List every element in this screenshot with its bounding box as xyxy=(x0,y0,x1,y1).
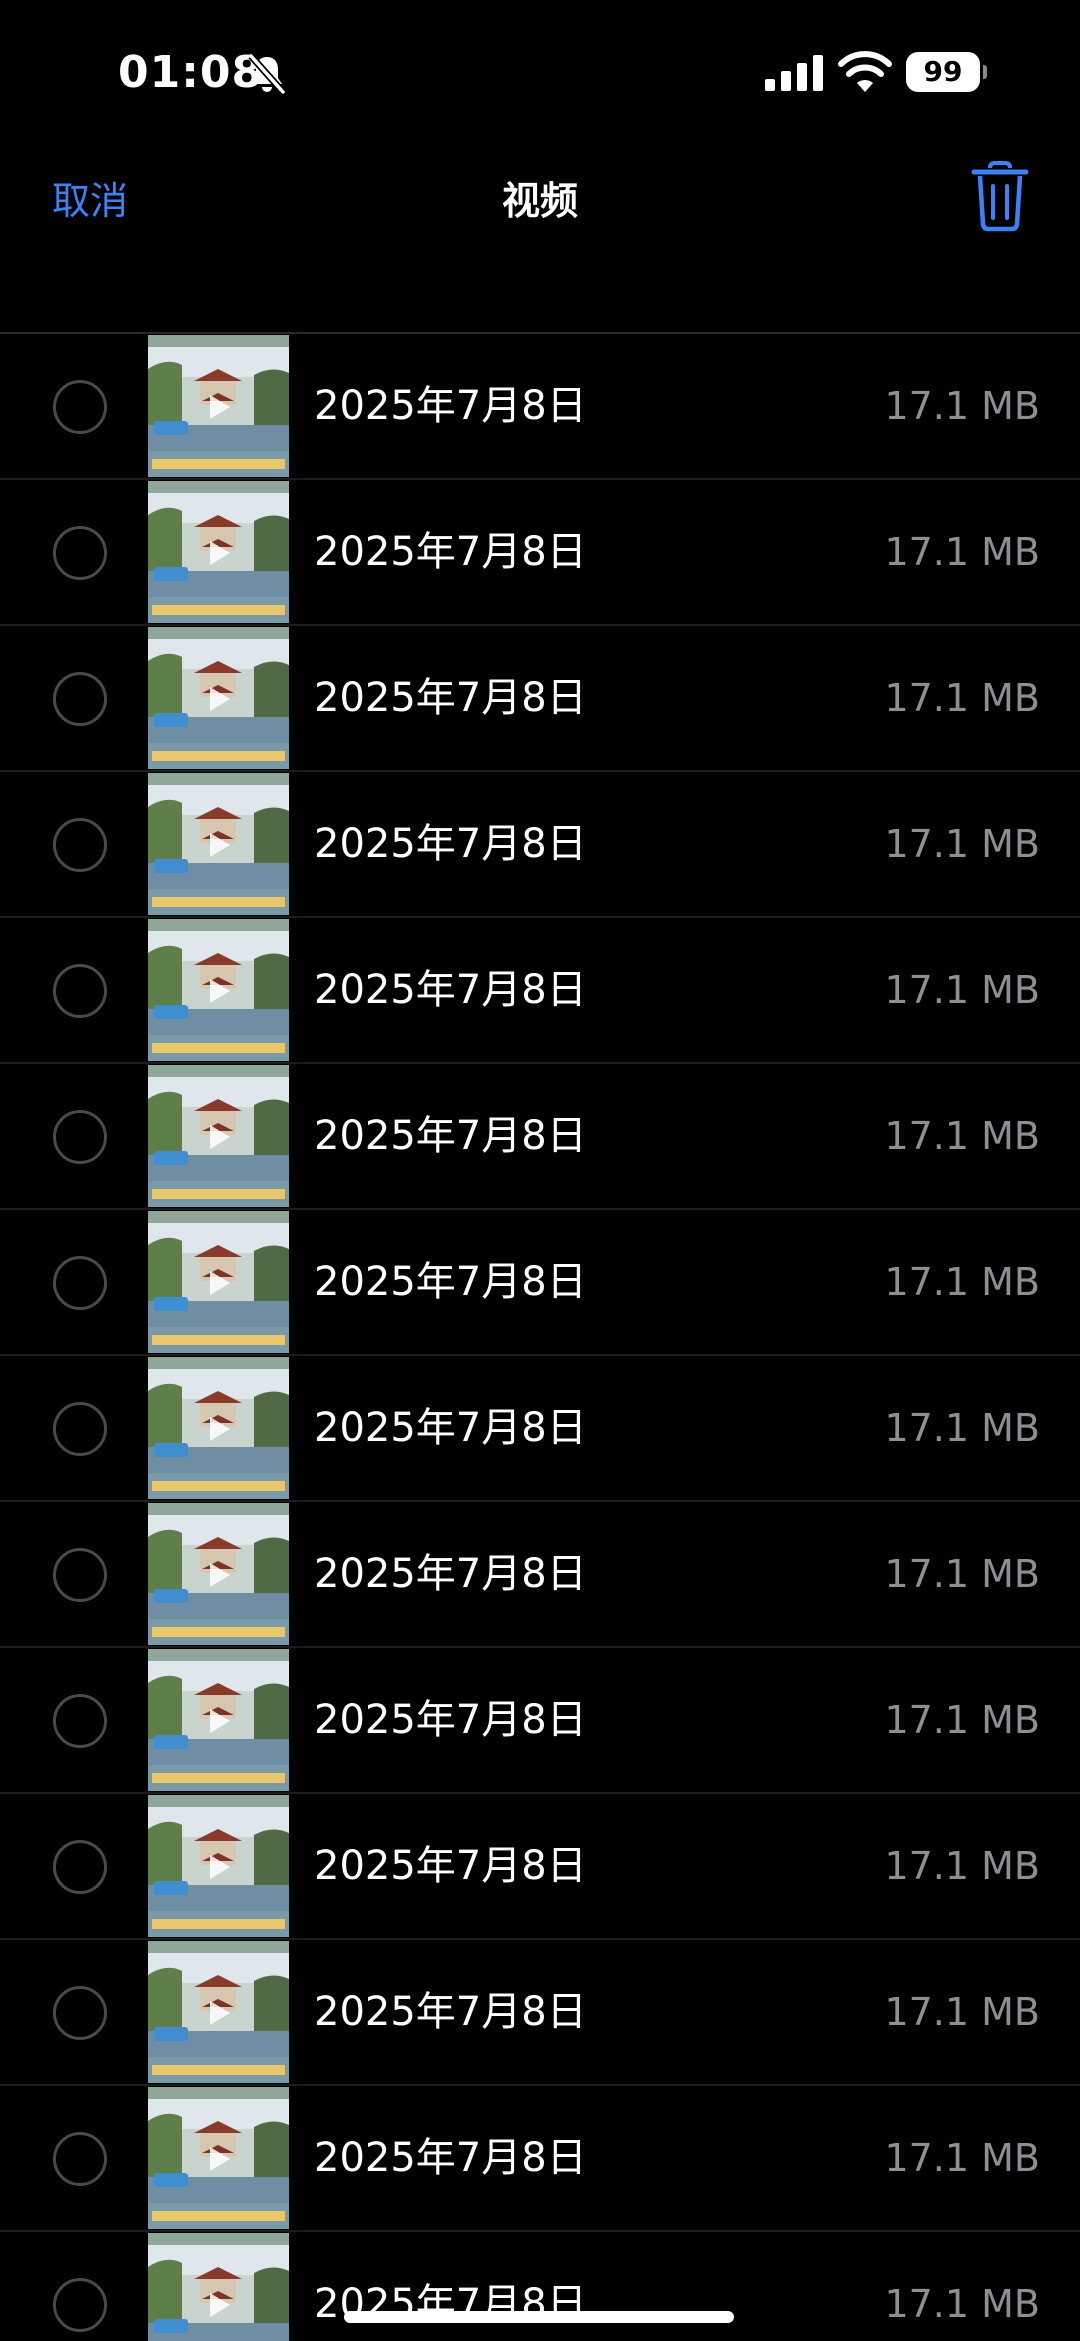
video-thumbnail[interactable] xyxy=(148,919,289,1061)
video-size: 17.1 MB xyxy=(884,1552,1040,1596)
video-thumbnail-image xyxy=(148,2233,289,2341)
video-row[interactable]: 2025年7月8日 17.1 MB xyxy=(0,480,1080,626)
video-size: 17.1 MB xyxy=(884,1406,1040,1450)
video-size: 17.1 MB xyxy=(884,2282,1040,2326)
select-circle[interactable] xyxy=(53,964,107,1018)
video-thumbnail[interactable] xyxy=(148,1357,289,1499)
video-thumbnail[interactable] xyxy=(148,1211,289,1353)
video-date: 2025年7月8日 xyxy=(314,529,587,575)
video-list: 2025年7月8日 17.1 MB 2025年7月8日 17.1 MB 2025… xyxy=(0,334,1080,2341)
video-thumbnail-image xyxy=(148,773,289,915)
battery-icon: 99 xyxy=(906,52,987,92)
video-thumbnail[interactable] xyxy=(148,773,289,915)
status-bar: 01:08 99 xyxy=(0,0,1080,150)
select-circle[interactable] xyxy=(53,672,107,726)
video-date: 2025年7月8日 xyxy=(314,1697,587,1743)
video-size: 17.1 MB xyxy=(884,968,1040,1012)
video-thumbnail-image xyxy=(148,1795,289,1937)
video-size: 17.1 MB xyxy=(884,1114,1040,1158)
select-circle[interactable] xyxy=(53,1986,107,2040)
video-thumbnail[interactable] xyxy=(148,2233,289,2341)
video-size: 17.1 MB xyxy=(884,384,1040,428)
video-row[interactable]: 2025年7月8日 17.1 MB xyxy=(0,1064,1080,1210)
battery-cap xyxy=(983,65,987,79)
battery-level: 99 xyxy=(906,52,980,92)
video-size: 17.1 MB xyxy=(884,1260,1040,1304)
video-size: 17.1 MB xyxy=(884,1698,1040,1742)
video-thumbnail-image xyxy=(148,2087,289,2229)
video-thumbnail-image xyxy=(148,1649,289,1791)
video-row[interactable]: 2025年7月8日 17.1 MB xyxy=(0,626,1080,772)
video-date: 2025年7月8日 xyxy=(314,2135,587,2181)
select-circle[interactable] xyxy=(53,2278,107,2332)
video-date: 2025年7月8日 xyxy=(314,1113,587,1159)
page-title: 视频 xyxy=(501,179,578,223)
video-thumbnail[interactable] xyxy=(148,627,289,769)
video-date: 2025年7月8日 xyxy=(314,1259,587,1305)
home-indicator xyxy=(344,2311,734,2323)
video-date: 2025年7月8日 xyxy=(314,675,587,721)
select-circle[interactable] xyxy=(53,818,107,872)
video-row[interactable]: 2025年7月8日 17.1 MB xyxy=(0,1940,1080,2086)
video-thumbnail-image xyxy=(148,1065,289,1207)
video-row[interactable]: 2025年7月8日 17.1 MB xyxy=(0,2232,1080,2341)
video-row[interactable]: 2025年7月8日 17.1 MB xyxy=(0,772,1080,918)
select-circle[interactable] xyxy=(53,1840,107,1894)
video-row[interactable]: 2025年7月8日 17.1 MB xyxy=(0,1794,1080,1940)
select-circle[interactable] xyxy=(53,1548,107,1602)
video-size: 17.1 MB xyxy=(884,676,1040,720)
video-date: 2025年7月8日 xyxy=(314,1989,587,2035)
video-date: 2025年7月8日 xyxy=(314,1405,587,1451)
wifi-icon xyxy=(838,51,892,92)
video-date: 2025年7月8日 xyxy=(314,967,587,1013)
trash-icon[interactable] xyxy=(970,160,1030,232)
video-thumbnail[interactable] xyxy=(148,1941,289,2083)
select-circle[interactable] xyxy=(53,380,107,434)
video-date: 2025年7月8日 xyxy=(314,821,587,867)
video-size: 17.1 MB xyxy=(884,1844,1040,1888)
select-circle[interactable] xyxy=(53,1402,107,1456)
select-circle[interactable] xyxy=(53,2132,107,2186)
video-thumbnail[interactable] xyxy=(148,2087,289,2229)
video-thumbnail-image xyxy=(148,1211,289,1353)
video-thumbnail[interactable] xyxy=(148,1795,289,1937)
video-date: 2025年7月8日 xyxy=(314,2281,587,2327)
video-row[interactable]: 2025年7月8日 17.1 MB xyxy=(0,334,1080,480)
video-date: 2025年7月8日 xyxy=(314,1551,587,1597)
video-date: 2025年7月8日 xyxy=(314,383,587,429)
bell-slash-icon xyxy=(248,53,286,95)
video-row[interactable]: 2025年7月8日 17.1 MB xyxy=(0,918,1080,1064)
video-thumbnail[interactable] xyxy=(148,335,289,477)
video-thumbnail-image xyxy=(148,919,289,1061)
video-thumbnail[interactable] xyxy=(148,1065,289,1207)
video-thumbnail[interactable] xyxy=(148,481,289,623)
status-time: 01:08 xyxy=(118,47,264,98)
select-circle[interactable] xyxy=(53,1256,107,1310)
video-thumbnail-image xyxy=(148,1941,289,2083)
video-size: 17.1 MB xyxy=(884,530,1040,574)
video-row[interactable]: 2025年7月8日 17.1 MB xyxy=(0,1356,1080,1502)
video-size: 17.1 MB xyxy=(884,822,1040,866)
video-size: 17.1 MB xyxy=(884,1990,1040,2034)
video-thumbnail-image xyxy=(148,1357,289,1499)
video-row[interactable]: 2025年7月8日 17.1 MB xyxy=(0,1648,1080,1794)
video-thumbnail[interactable] xyxy=(148,1503,289,1645)
cellular-signal-icon xyxy=(765,55,823,91)
video-row[interactable]: 2025年7月8日 17.1 MB xyxy=(0,1210,1080,1356)
video-thumbnail[interactable] xyxy=(148,1649,289,1791)
select-circle[interactable] xyxy=(53,1694,107,1748)
video-thumbnail-image xyxy=(148,627,289,769)
select-circle[interactable] xyxy=(53,526,107,580)
video-row[interactable]: 2025年7月8日 17.1 MB xyxy=(0,2086,1080,2232)
nav-bar: 取消 视频 xyxy=(0,150,1080,334)
video-date: 2025年7月8日 xyxy=(314,1843,587,1889)
video-thumbnail-image xyxy=(148,481,289,623)
video-row[interactable]: 2025年7月8日 17.1 MB xyxy=(0,1502,1080,1648)
video-size: 17.1 MB xyxy=(884,2136,1040,2180)
video-thumbnail-image xyxy=(148,335,289,477)
video-thumbnail-image xyxy=(148,1503,289,1645)
select-circle[interactable] xyxy=(53,1110,107,1164)
